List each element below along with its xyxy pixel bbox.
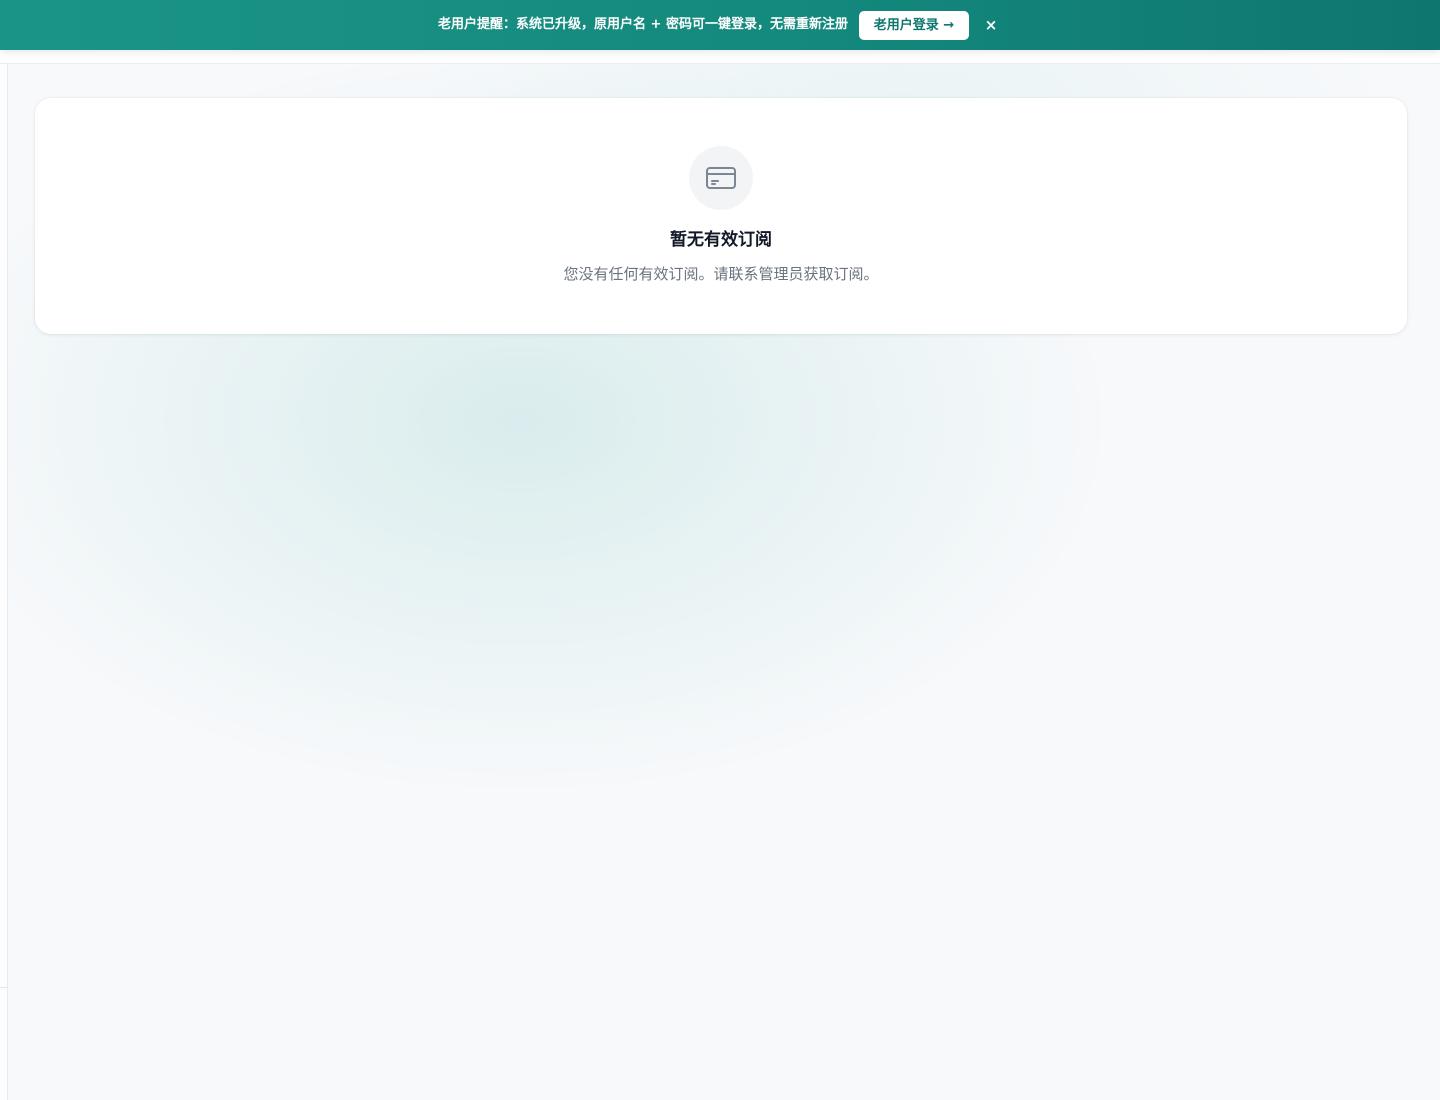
- empty-state-title: 暂无有效订阅: [670, 230, 772, 250]
- banner-message: 老用户提醒：系统已升级，原用户名 + 密码可一键登录，无需重新注册: [438, 17, 848, 32]
- subscription-empty-card: 暂无有效订阅 您没有任何有效订阅。请联系管理员获取订阅。: [35, 98, 1407, 334]
- legacy-login-button[interactable]: 老用户登录 →: [859, 11, 969, 40]
- credit-card-icon: [689, 146, 753, 210]
- upgrade-notice-banner: 老用户提醒：系统已升级，原用户名 + 密码可一键登录，无需重新注册 老用户登录 …: [0, 0, 1440, 50]
- close-icon[interactable]: ×: [980, 14, 1002, 36]
- app-page: 老用户提醒：系统已升级，原用户名 + 密码可一键登录，无需重新注册 老用户登录 …: [0, 0, 1440, 1100]
- empty-state-description: 您没有任何有效订阅。请联系管理员获取订阅。: [563, 265, 879, 283]
- top-header: [0, 50, 1440, 64]
- sidebar-divider: [0, 987, 8, 988]
- sidebar-rail: [0, 50, 8, 1100]
